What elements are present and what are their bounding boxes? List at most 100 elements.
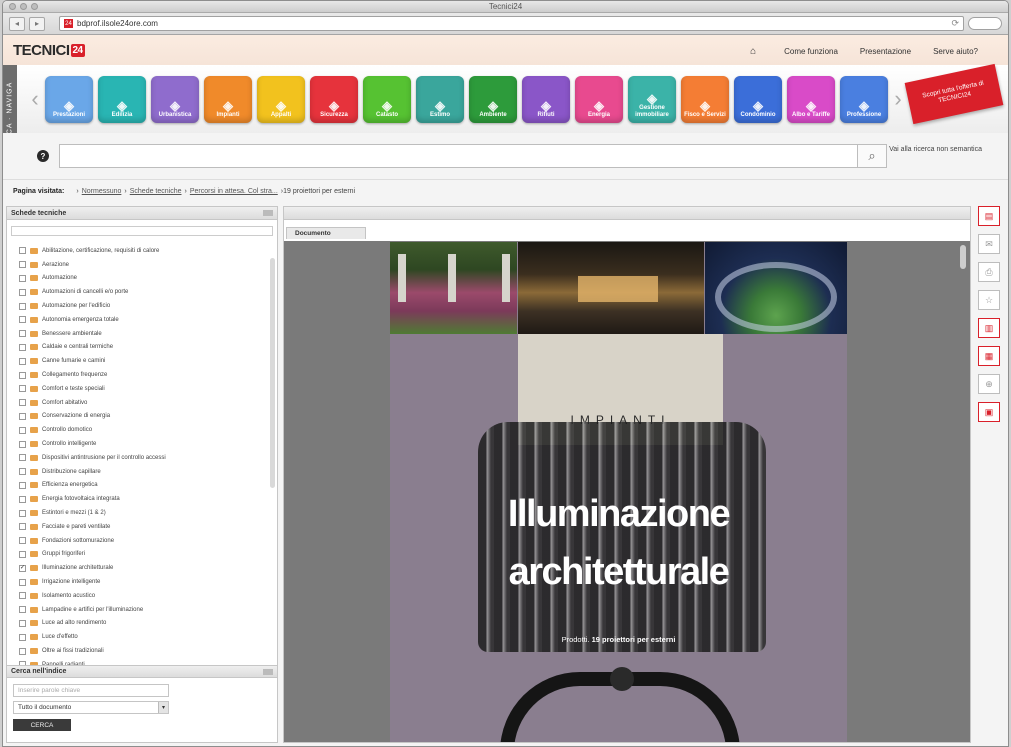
print-icon[interactable]: ⎙ — [978, 262, 1000, 282]
tile-condominio[interactable]: ◈ Condominio — [734, 75, 782, 123]
tree-checkbox[interactable] — [19, 509, 26, 517]
tree-filter-field[interactable] — [11, 226, 273, 236]
tree-checkbox[interactable] — [19, 412, 26, 420]
tree-checkbox[interactable] — [19, 274, 26, 282]
tree-item[interactable]: Fondazioni sottomurazione — [7, 534, 277, 548]
help-icon[interactable]: ? — [37, 150, 49, 162]
breadcrumb-item[interactable]: Schede tecniche — [130, 188, 182, 195]
tree-item[interactable]: Automazioni di cancelli e/o porte — [7, 285, 277, 299]
tree-item[interactable]: Controllo intelligente — [7, 437, 277, 451]
tree-checkbox[interactable] — [19, 550, 26, 558]
tile-appalti[interactable]: ◈ Appalti — [257, 75, 305, 123]
tree-checkbox[interactable] — [19, 523, 26, 531]
tree-item[interactable]: Aerazione — [7, 258, 277, 272]
tile-rifiuti[interactable]: ◈ Rifiuti — [522, 75, 570, 123]
email-icon[interactable]: ✉ — [978, 234, 1000, 254]
tree-item[interactable]: Distribuzione capillare — [7, 465, 277, 479]
tile-fisco-e-servizi[interactable]: ◈ Fisco e Servizi — [681, 75, 729, 123]
tree-checkbox[interactable] — [19, 330, 26, 338]
tree-item[interactable]: Autonomia emergenza totale — [7, 313, 277, 327]
tree-item[interactable]: Dispositivi antintrusione per il control… — [7, 451, 277, 465]
tree-item[interactable]: Comfort e teste speciali — [7, 382, 277, 396]
breadcrumb-item[interactable]: Normessuno — [82, 188, 122, 195]
tile-sicurezza[interactable]: ◈ Sicurezza — [310, 75, 358, 123]
tree-checkbox[interactable]: ✓ — [19, 564, 26, 572]
back-button[interactable]: ◂ — [9, 16, 25, 31]
tile-estimo[interactable]: ◈ Estimo — [416, 75, 464, 123]
tile-energia[interactable]: ◈ Energia — [575, 75, 623, 123]
tile-prestazioni[interactable]: ◈ Prestazioni — [45, 75, 93, 123]
tree-checkbox[interactable] — [19, 578, 26, 586]
tree-checkbox[interactable] — [19, 619, 26, 627]
tree-checkbox[interactable] — [19, 316, 26, 324]
calendar-icon[interactable]: ▣ — [978, 402, 1000, 422]
tree-item[interactable]: Lampadine e artifici per l'illuminazione — [7, 603, 277, 617]
tree-item[interactable]: Gruppi frigoriferi — [7, 548, 277, 562]
tree-checkbox[interactable] — [19, 633, 26, 641]
tree-item[interactable]: Automazione — [7, 272, 277, 286]
code-search-input[interactable]: Inserire parole chiave — [13, 684, 169, 697]
tree-checkbox[interactable] — [19, 399, 26, 407]
tree-checkbox[interactable] — [19, 343, 26, 351]
serve-aiuto-link[interactable]: Serve aiuto? — [933, 47, 978, 56]
tile-urbanistica[interactable]: ◈ Urbanistica — [151, 75, 199, 123]
home-icon[interactable]: ⌂ — [750, 46, 756, 57]
tree-scrollbar[interactable] — [270, 258, 275, 488]
tile-professione[interactable]: ◈ Professione — [840, 75, 888, 123]
zoom-icon[interactable]: ⊕ — [978, 374, 1000, 394]
tree-item[interactable]: Automazione per l'edificio — [7, 299, 277, 313]
tree-item[interactable]: Abilitazione, certificazione, requisiti … — [7, 244, 277, 258]
tree-checkbox[interactable] — [19, 302, 26, 310]
tree-checkbox[interactable] — [19, 454, 26, 462]
tree-item[interactable]: Conservazione di energia — [7, 410, 277, 424]
tree-item[interactable]: Canne fumarie e camini — [7, 354, 277, 368]
bookmark-icon[interactable]: ☆ — [978, 290, 1000, 310]
document-area[interactable]: IMPIANTI Illuminazione architetturale Pr… — [284, 241, 970, 742]
tree-item[interactable]: Oltre ai fissi tradizionali — [7, 644, 277, 658]
tile-albo-e-tariffe[interactable]: ◈ Albo e Tariffe — [787, 75, 835, 123]
tree-item[interactable]: Isolamento acustico — [7, 589, 277, 603]
forward-button[interactable]: ▸ — [29, 16, 45, 31]
tree-checkbox[interactable] — [19, 440, 26, 448]
tree-item[interactable]: Facciate e pareti ventilate — [7, 520, 277, 534]
document-scope-select[interactable]: Tutto il documento ▾ — [13, 701, 169, 714]
come-funziona-link[interactable]: Come funziona — [784, 47, 838, 56]
tile-ambiente[interactable]: ◈ Ambiente — [469, 75, 517, 123]
tree-item[interactable]: Comfort abitativo — [7, 396, 277, 410]
tree-item[interactable]: Luce d'effetto — [7, 630, 277, 644]
tile-catasto[interactable]: ◈ Catasto — [363, 75, 411, 123]
cerca-button[interactable]: CERCA — [13, 719, 71, 731]
tile-impianti[interactable]: ◈ Impianti — [204, 75, 252, 123]
tile-edilizia[interactable]: ◈ Edilizia — [98, 75, 146, 123]
tree-checkbox[interactable] — [19, 495, 26, 503]
tree-checkbox[interactable] — [19, 606, 26, 614]
tile-gestione-immobiliare[interactable]: ◈ Gestione immobiliare — [628, 75, 676, 123]
tree-item[interactable]: Controllo domotico — [7, 423, 277, 437]
tree-item[interactable]: Energia fotovoltaica integrata — [7, 492, 277, 506]
tree-item[interactable]: Luce ad alto rendimento — [7, 617, 277, 631]
tree-item[interactable]: Estintori e mezzi (1 & 2) — [7, 506, 277, 520]
scroll-left-arrow-icon[interactable]: ‹ — [25, 86, 45, 112]
document-scrollbar[interactable] — [960, 245, 966, 269]
browser-search-field[interactable] — [968, 17, 1002, 30]
presentazione-link[interactable]: Presentazione — [860, 47, 911, 56]
tree-item[interactable]: Irrigazione intelligente — [7, 575, 277, 589]
tree-checkbox[interactable] — [19, 357, 26, 365]
tree-checkbox[interactable] — [19, 481, 26, 489]
reload-icon[interactable]: ⟳ — [951, 18, 963, 29]
tree-checkbox[interactable] — [19, 468, 26, 476]
tree-checkbox[interactable] — [19, 537, 26, 545]
tecnici24-logo[interactable]: TECNICI 24 — [13, 42, 85, 59]
collapse-panel-icon[interactable] — [263, 210, 273, 216]
tree-checkbox[interactable] — [19, 247, 26, 255]
pdf-icon[interactable]: ▥ — [978, 318, 1000, 338]
breadcrumb-item[interactable]: Percorsi in attesa. Col stra... — [190, 188, 278, 195]
compare-icon[interactable]: ▦ — [978, 346, 1000, 366]
collapse-code-panel-icon[interactable] — [263, 668, 273, 675]
tree-checkbox[interactable] — [19, 371, 26, 379]
promo-banner[interactable]: Scopri tutta l'offerta di TECNICI24 — [904, 63, 1004, 125]
tree-checkbox[interactable] — [19, 592, 26, 600]
tree-item[interactable]: Efficienza energetica — [7, 479, 277, 493]
tree-item[interactable]: Caldaie e centrali termiche — [7, 341, 277, 355]
main-search-input[interactable] — [59, 144, 859, 168]
